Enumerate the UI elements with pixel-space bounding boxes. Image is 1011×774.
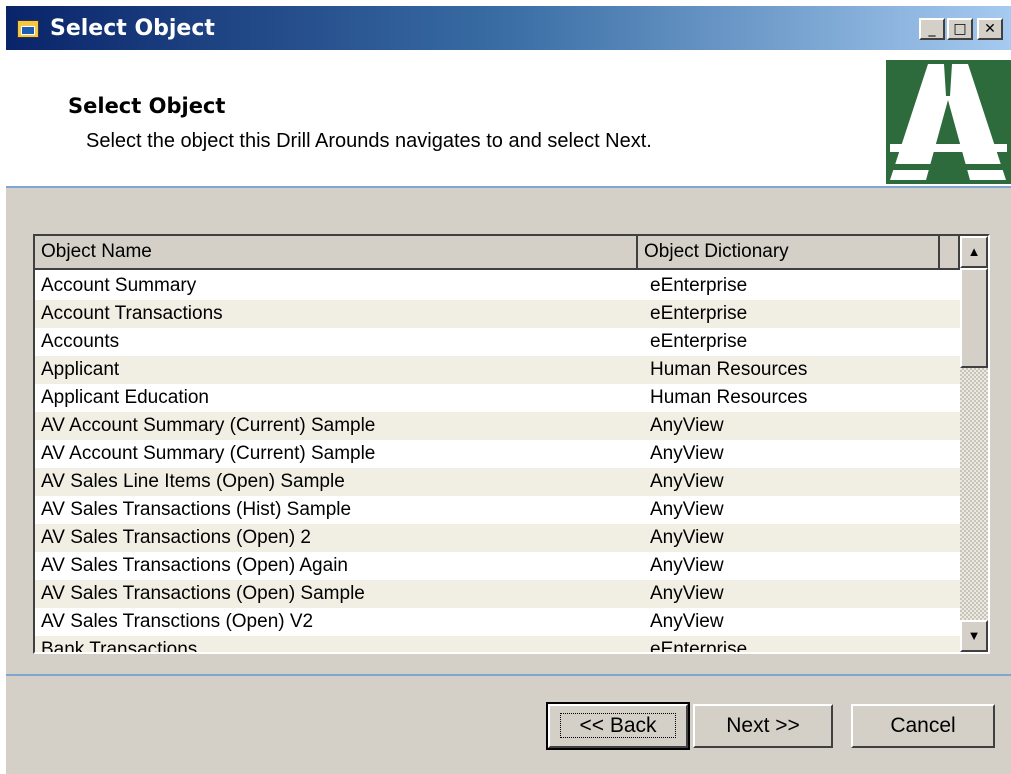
- table-row[interactable]: Applicant Human Resources: [35, 356, 960, 384]
- footer-separator: [6, 674, 1011, 676]
- list-header: Object Name Object Dictionary: [35, 236, 960, 270]
- wizard-logo-icon: [886, 60, 1011, 184]
- object-name-cell: Account Transactions: [41, 303, 223, 324]
- vertical-scrollbar[interactable]: ▲ ▼: [960, 236, 988, 652]
- table-row[interactable]: Bank Transactions eEnterprise: [35, 636, 960, 654]
- header-panel: Select Object Select the object this Dri…: [6, 50, 1011, 188]
- scroll-up-button[interactable]: ▲: [960, 236, 988, 268]
- table-row[interactable]: Account Summary eEnterprise: [35, 272, 960, 300]
- object-dictionary-cell: Human Resources: [650, 359, 808, 380]
- column-header-object-dictionary[interactable]: Object Dictionary: [638, 236, 940, 270]
- object-name-cell: AV Sales Line Items (Open) Sample: [41, 471, 345, 492]
- table-row[interactable]: AV Sales Transactions (Open) 2 AnyView: [35, 524, 960, 552]
- close-button[interactable]: ✕: [977, 18, 1003, 40]
- page-subtitle: Select the object this Drill Arounds nav…: [86, 130, 652, 152]
- object-name-cell: AV Account Summary (Current) Sample: [41, 415, 376, 436]
- maximize-button[interactable]: □: [947, 18, 973, 40]
- object-name-cell: AV Sales Transactions (Open) Sample: [41, 583, 365, 604]
- object-dictionary-cell: AnyView: [650, 555, 724, 576]
- table-row[interactable]: AV Sales Transctions (Open) V2 AnyView: [35, 608, 960, 636]
- scrollbar-thumb[interactable]: [960, 268, 988, 368]
- object-name-cell: AV Sales Transctions (Open) V2: [41, 611, 314, 632]
- object-dictionary-cell: AnyView: [650, 499, 724, 520]
- column-header-filler: [940, 236, 960, 270]
- object-dictionary-cell: eEnterprise: [650, 331, 748, 352]
- back-button-label: << Back: [560, 713, 676, 738]
- object-dictionary-cell: eEnterprise: [650, 275, 748, 296]
- list-rows: Account Summary eEnterprise Account Trans…: [35, 272, 960, 654]
- window-title: Select Object: [50, 16, 215, 41]
- table-row[interactable]: AV Sales Transactions (Hist) Sample AnyVi…: [35, 496, 960, 524]
- back-button[interactable]: << Back: [546, 702, 690, 750]
- table-row[interactable]: AV Sales Transactions (Open) Again AnyVie…: [35, 552, 960, 580]
- page-title: Select Object: [68, 94, 226, 118]
- object-name-cell: Bank Transactions: [41, 639, 198, 654]
- object-dictionary-cell: AnyView: [650, 583, 724, 604]
- object-name-cell: AV Sales Transactions (Open) Again: [41, 555, 348, 576]
- scroll-down-button[interactable]: ▼: [960, 620, 988, 652]
- cancel-button[interactable]: Cancel: [851, 704, 995, 748]
- app-icon[interactable]: [17, 20, 39, 38]
- object-dictionary-cell: AnyView: [650, 443, 724, 464]
- column-header-object-name[interactable]: Object Name: [35, 236, 638, 270]
- object-name-cell: AV Sales Transactions (Hist) Sample: [41, 499, 352, 520]
- table-row[interactable]: Accounts eEnterprise: [35, 328, 960, 356]
- object-name-cell: Applicant: [41, 359, 120, 380]
- object-dictionary-cell: eEnterprise: [650, 303, 748, 324]
- next-button[interactable]: Next >>: [693, 704, 833, 748]
- object-name-cell: Accounts: [41, 331, 120, 352]
- object-name-cell: AV Account Summary (Current) Sample: [41, 443, 376, 464]
- object-dictionary-cell: Human Resources: [650, 387, 808, 408]
- object-dictionary-cell: eEnterprise: [650, 639, 748, 654]
- object-list[interactable]: Object Name Object Dictionary Account Su…: [33, 234, 990, 654]
- table-row[interactable]: AV Account Summary (Current) Sample AnyVi…: [35, 440, 960, 468]
- title-bar[interactable]: Select Object _ □ ✕: [6, 6, 1011, 50]
- select-object-window: Select Object _ □ ✕ Select Object Select…: [6, 6, 1011, 774]
- object-dictionary-cell: AnyView: [650, 471, 724, 492]
- object-dictionary-cell: AnyView: [650, 527, 724, 548]
- minimize-button[interactable]: _: [919, 18, 945, 40]
- object-name-cell: AV Sales Transactions (Open) 2: [41, 527, 311, 548]
- table-row[interactable]: AV Sales Transactions (Open) Sample AnyVi…: [35, 580, 960, 608]
- table-row[interactable]: Account Transactions eEnterprise: [35, 300, 960, 328]
- object-name-cell: Applicant Education: [41, 387, 209, 408]
- table-row[interactable]: Applicant Education Human Resources: [35, 384, 960, 412]
- object-dictionary-cell: AnyView: [650, 611, 724, 632]
- table-row[interactable]: AV Sales Line Items (Open) Sample AnyView: [35, 468, 960, 496]
- object-name-cell: Account Summary: [41, 275, 197, 296]
- table-row[interactable]: AV Account Summary (Current) Sample AnyVi…: [35, 412, 960, 440]
- object-dictionary-cell: AnyView: [650, 415, 724, 436]
